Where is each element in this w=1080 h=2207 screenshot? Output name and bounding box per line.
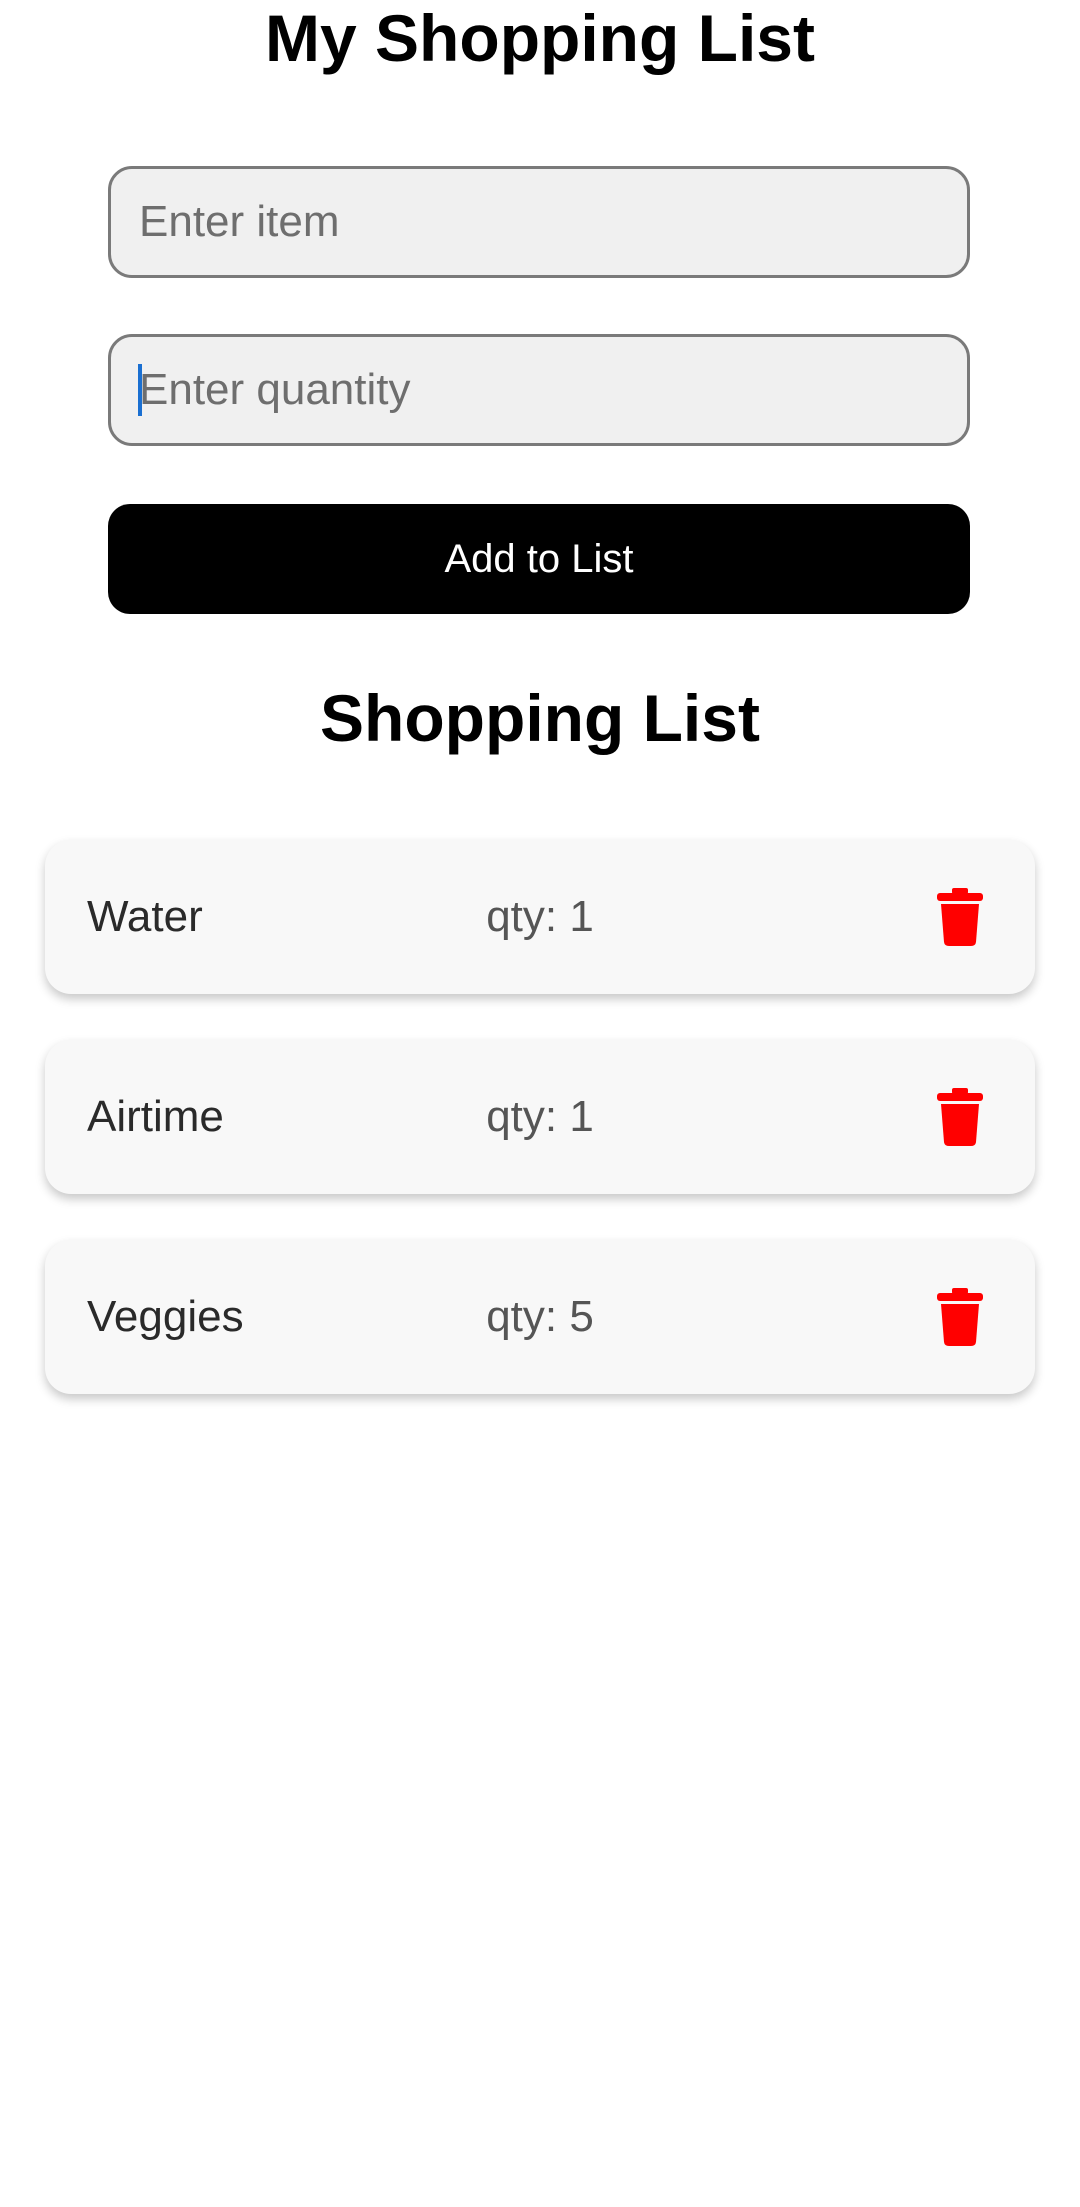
- add-to-list-button[interactable]: Add to List: [108, 504, 970, 614]
- text-cursor: [138, 364, 142, 416]
- quantity-input[interactable]: [108, 334, 970, 446]
- page-title: My Shopping List: [265, 1, 815, 75]
- trash-icon: [937, 1088, 983, 1146]
- list-item: Veggies qty: 5: [45, 1240, 1035, 1394]
- item-quantity: qty: 1: [486, 892, 594, 941]
- delete-button[interactable]: [935, 1088, 985, 1146]
- list-title: Shopping List: [320, 681, 760, 755]
- trash-icon: [937, 1288, 983, 1346]
- delete-button[interactable]: [935, 1288, 985, 1346]
- item-quantity: qty: 1: [486, 1092, 594, 1141]
- list-item: Airtime qty: 1: [45, 1040, 1035, 1194]
- list-item: Water qty: 1: [45, 840, 1035, 994]
- delete-button[interactable]: [935, 888, 985, 946]
- trash-icon: [937, 888, 983, 946]
- item-input[interactable]: [108, 166, 970, 278]
- shopping-list-screen: My Shopping List Add to List Shopping Li…: [0, 0, 1080, 2207]
- shopping-list: Water qty: 1 Airtime qty: 1 Veggies qty:…: [45, 840, 1035, 1440]
- item-quantity: qty: 5: [486, 1292, 594, 1341]
